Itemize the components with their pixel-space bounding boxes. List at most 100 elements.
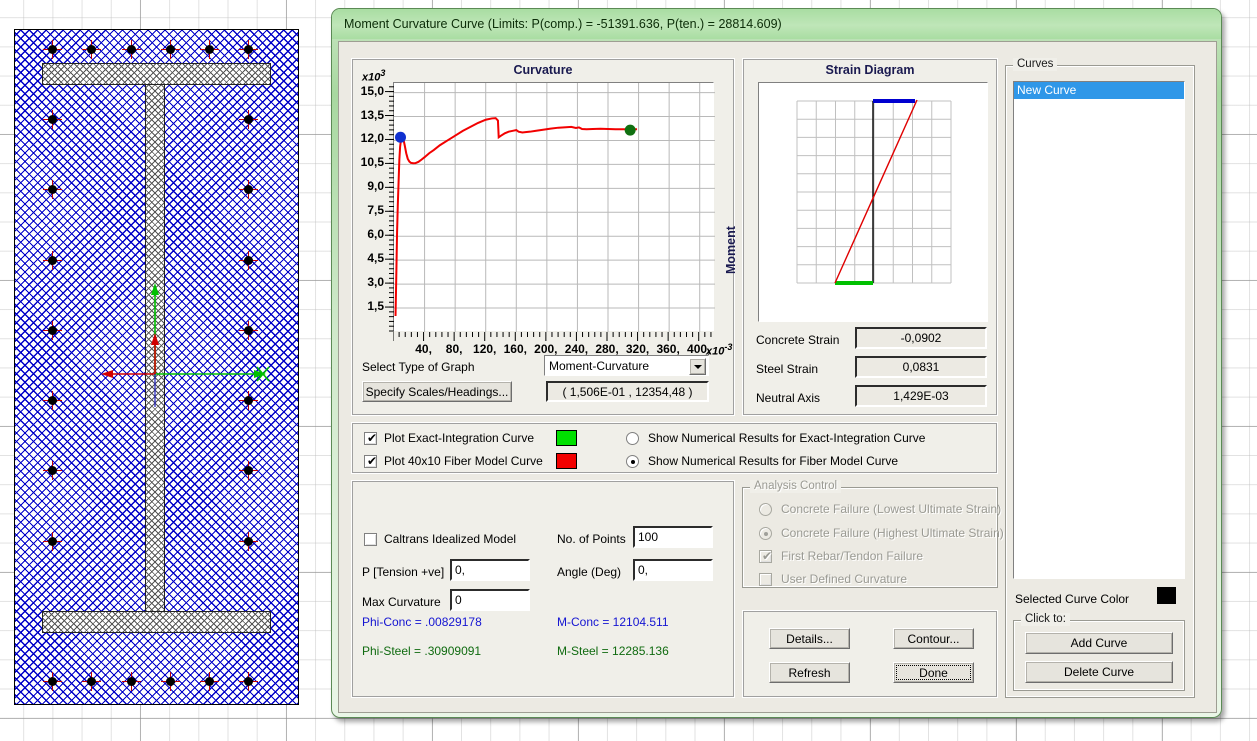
y-axis-tick-label: 6,0 — [367, 227, 384, 242]
m-conc-result: M-Conc = 12104.511 — [557, 615, 669, 629]
dialog-title-bar: Moment Curvature Curve (Limits: P(comp.)… — [332, 9, 1221, 39]
no-of-points-input[interactable]: 100 — [633, 526, 713, 548]
rebar-marker — [238, 109, 258, 129]
click-to-group: Click to: Add Curve Delete Curve — [1013, 613, 1185, 691]
moment-curvature-dialog: Moment Curvature Curve (Limits: P(comp.)… — [331, 8, 1222, 718]
rebar-marker — [42, 320, 62, 340]
action-buttons-panel: Details... Contour... Refresh Done — [742, 610, 998, 698]
dialog-title-text: Moment Curvature Curve (Limits: P(comp.)… — [344, 17, 782, 31]
caltrans-idealized-model-label: Caltrans Idealized Model — [384, 532, 517, 546]
neutral-axis-label: Neutral Axis — [756, 391, 821, 405]
rebar-marker — [42, 671, 62, 691]
strain-diagram-svg — [796, 99, 952, 285]
plot-fiber-model-checkbox[interactable]: ✔ — [364, 455, 377, 468]
radio-selected-dot — [763, 531, 768, 536]
concrete-strain-value: -0,0902 — [855, 327, 987, 349]
steel-shape-web — [145, 84, 165, 612]
analysis-control-group: Analysis Control Concrete Failure (Lowes… — [742, 480, 1004, 588]
fiber-model-color-swatch[interactable] — [556, 453, 577, 469]
user-defined-curvature-label: User Defined Curvature — [781, 572, 908, 586]
steel-strain-value: 0,0831 — [855, 356, 987, 378]
show-numerical-exact-radio[interactable] — [626, 432, 639, 445]
rebar-marker — [42, 39, 62, 59]
m-steel-result: M-Steel = 12285.136 — [557, 644, 669, 658]
show-numerical-exact-label: Show Numerical Results for Exact-Integra… — [648, 431, 926, 445]
p-tension-label: P [Tension +ve] — [362, 565, 445, 579]
strain-diagram-panel: Strain Diagram Concrete Strain -0,0902 S… — [742, 58, 998, 416]
coordinate-readout: ( 1,506E-01 , 12354,48 ) — [546, 381, 709, 402]
y-axis-tick-label: 15,0 — [360, 83, 384, 98]
strain-plot-area — [758, 82, 988, 322]
rebar-marker — [238, 250, 258, 270]
dialog-body: Curvature x103 1,5 3,0 4,5 6,0 7,5 9,0 10,5 12,… — [338, 41, 1217, 713]
rebar-marker — [238, 671, 258, 691]
y-axis-tick-label: 12,0 — [360, 131, 384, 146]
max-curvature-label: Max Curvature — [362, 595, 441, 609]
done-button[interactable]: Done — [893, 662, 974, 683]
selected-curve-color-swatch[interactable] — [1157, 587, 1176, 604]
plot-exact-integration-label: Plot Exact-Integration Curve — [384, 431, 535, 445]
rebar-marker — [42, 460, 62, 480]
add-curve-button[interactable]: Add Curve — [1025, 632, 1173, 654]
curves-group: Curves New Curve Selected Curve Color Cl… — [1005, 58, 1195, 698]
cross-section-view[interactable] — [14, 29, 299, 705]
exact-integration-color-swatch[interactable] — [556, 430, 577, 446]
start-marker — [394, 131, 406, 143]
rebar-marker — [42, 390, 62, 410]
curvature-plot-svg — [394, 83, 715, 332]
curves-listbox[interactable]: New Curve — [1013, 81, 1185, 579]
rebar-marker — [42, 250, 62, 270]
rebar-marker — [238, 39, 258, 59]
p-tension-input[interactable]: 0, — [450, 559, 530, 581]
rebar-marker — [121, 671, 141, 691]
curvature-plot-area[interactable] — [393, 82, 715, 332]
chevron-down-icon[interactable] — [689, 358, 706, 375]
moment-axis-label: Moment — [724, 226, 738, 274]
curvature-panel: Curvature x103 1,5 3,0 4,5 6,0 7,5 9,0 10,5 12,… — [351, 58, 738, 416]
curves-title: Curves — [1013, 58, 1058, 71]
y-axis-tick-label: 13,5 — [360, 107, 384, 122]
delete-curve-button[interactable]: Delete Curve — [1025, 661, 1173, 683]
rebar-marker — [238, 531, 258, 551]
analysis-control-title: Analysis Control — [750, 480, 842, 493]
neutral-axis-value: 1,429E-03 — [855, 385, 987, 407]
contour-button[interactable]: Contour... — [893, 628, 974, 649]
inputs-results-panel: Caltrans Idealized Model P [Tension +ve]… — [351, 480, 735, 698]
rebar-marker — [42, 109, 62, 129]
plot-exact-integration-checkbox[interactable]: ✔ — [364, 432, 377, 445]
caltrans-idealized-model-checkbox[interactable] — [364, 533, 377, 546]
concrete-failure-lowest-radio — [759, 503, 772, 516]
angle-deg-input[interactable]: 0, — [633, 559, 713, 581]
rebar-marker — [42, 179, 62, 199]
show-numerical-fiber-radio[interactable] — [626, 455, 639, 468]
strain-panel-title: Strain Diagram — [825, 63, 915, 77]
list-item[interactable]: New Curve — [1014, 82, 1184, 99]
graph-type-select[interactable]: Moment-Curvature — [544, 355, 709, 376]
concrete-failure-highest-radio — [759, 527, 772, 540]
specify-scales-headings-button[interactable]: Specify Scales/Headings... — [362, 381, 512, 402]
refresh-button[interactable]: Refresh — [769, 662, 850, 683]
rebar-marker — [121, 39, 141, 59]
y-axis-tick-label: 1,5 — [367, 299, 384, 314]
rebar-marker — [81, 671, 101, 691]
rebar-marker — [160, 671, 180, 691]
user-defined-curvature-checkbox — [759, 573, 772, 586]
plot-options-panel: ✔ Plot Exact-Integration Curve Show Nume… — [351, 422, 998, 474]
rebar-marker — [238, 390, 258, 410]
radio-selected-dot — [630, 459, 635, 464]
rebar-marker — [199, 671, 219, 691]
graph-type-value: Moment-Curvature — [549, 359, 650, 373]
check-icon: ✔ — [762, 549, 773, 563]
max-curvature-input[interactable]: 0 — [450, 589, 530, 611]
concrete-failure-lowest-label: Concrete Failure (Lowest Ultimate Strain… — [781, 502, 1002, 516]
plot-fiber-model-label: Plot 40x10 Fiber Model Curve — [384, 454, 543, 468]
rebar-marker — [81, 39, 101, 59]
y-axis-tick-label: 10,5 — [360, 155, 384, 170]
details-button[interactable]: Details... — [769, 628, 850, 649]
x-axis-multiplier: x10-3 — [706, 342, 733, 358]
rebar-marker — [160, 39, 180, 59]
y-axis-tick-label: 4,5 — [367, 251, 384, 266]
angle-deg-label: Angle (Deg) — [557, 565, 622, 579]
phi-conc-result: Phi-Conc = .00829178 — [362, 615, 482, 629]
check-icon: ✔ — [367, 454, 378, 468]
